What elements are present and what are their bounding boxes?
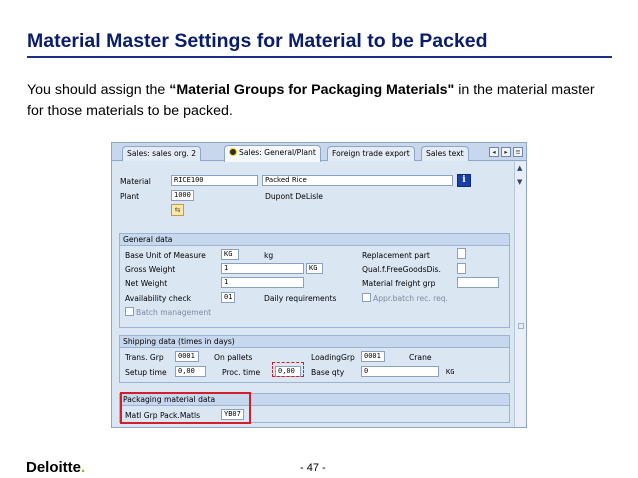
gross-weight-field[interactable]: 1 — [221, 263, 304, 274]
tab-foreign-trade-export[interactable]: Foreign trade export — [327, 146, 415, 161]
replacement-part-field[interactable] — [457, 248, 466, 259]
base-qty-label: Base qty — [311, 368, 345, 377]
plant-description: Dupont DeLisle — [265, 192, 323, 201]
trans-grp-field[interactable]: 0001 — [175, 351, 199, 362]
material-freight-grp-field[interactable] — [457, 277, 499, 288]
material-description-field[interactable]: Packed Rice — [262, 175, 453, 186]
tab-sales-general-plant[interactable]: Sales: General/Plant — [224, 145, 321, 162]
gross-weight-unit-field[interactable]: KG — [306, 263, 323, 274]
deloitte-logo: Deloitte. — [26, 459, 86, 476]
material-field[interactable]: RICE100 — [171, 175, 258, 186]
intro-text-emphasis: “Material Groups for Packaging Materials… — [169, 82, 455, 98]
setup-time-label: Setup time — [125, 368, 167, 377]
packaging-highlight-box — [120, 392, 251, 424]
availability-check-label: Availability check — [125, 294, 192, 303]
tab-scroll-left-icon[interactable]: ◂ — [489, 147, 499, 157]
availability-check-text: Daily requirements — [264, 294, 337, 303]
slide-title: Material Master Settings for Material to… — [27, 30, 488, 52]
vertical-scrollbar[interactable]: ▲ ▼ — [514, 162, 526, 427]
loading-grp-label: LoadingGrp — [311, 353, 355, 362]
tab-strip: Sales: sales org. 2 Sales: General/Plant… — [112, 143, 526, 162]
scroll-up-icon[interactable]: ▲ — [517, 164, 522, 172]
general-data-title: General data — [120, 234, 509, 246]
replacement-part-label: Replacement part — [362, 251, 430, 260]
handshake-icon[interactable]: ⇆ — [171, 204, 184, 216]
plant-label: Plant — [120, 192, 140, 201]
appr-batch-label: Appr.batch rec. req. — [373, 294, 449, 303]
active-tab-icon — [229, 148, 237, 156]
plant-field[interactable]: 1000 — [171, 190, 194, 201]
material-freight-grp-label: Material freight grp — [362, 279, 436, 288]
proc-time-label: Proc. time — [222, 368, 261, 377]
loading-grp-field[interactable]: 0001 — [361, 351, 385, 362]
qual-free-goods-label: Qual.f.FreeGoodsDis. — [362, 265, 441, 274]
batch-management-label: Batch management — [136, 308, 212, 317]
base-uom-text: kg — [264, 251, 274, 260]
material-label: Material — [120, 177, 151, 186]
tab-sales-org-2[interactable]: Sales: sales org. 2 — [122, 146, 202, 161]
sap-material-master-screenshot: Sales: sales org. 2 Sales: General/Plant… — [111, 142, 527, 428]
shipping-data-title: Shipping data (times in days) — [120, 336, 509, 348]
proc-time-highlight — [272, 362, 304, 377]
title-divider — [27, 56, 612, 58]
logo-dot: . — [81, 459, 86, 476]
page-number: - 47 - — [300, 462, 326, 474]
tab-scroll-right-icon[interactable]: ▸ — [501, 147, 511, 157]
info-icon[interactable]: i — [457, 174, 471, 187]
availability-check-field[interactable]: 01 — [221, 292, 235, 303]
loading-grp-text: Crane — [409, 353, 432, 362]
tab-list-icon[interactable]: ≡ — [513, 147, 523, 157]
batch-management-checkbox[interactable] — [125, 307, 134, 316]
base-uom-label: Base Unit of Measure — [125, 251, 206, 260]
net-weight-field[interactable]: 1 — [221, 277, 304, 288]
setup-time-field[interactable]: 0,00 — [175, 366, 206, 377]
base-qty-unit: KG — [446, 368, 455, 376]
qual-free-goods-field[interactable] — [457, 263, 466, 274]
base-uom-field[interactable]: KG — [221, 249, 239, 260]
scroll-down-icon[interactable]: ▼ — [517, 178, 522, 186]
appr-batch-checkbox[interactable] — [362, 293, 371, 302]
base-qty-field[interactable]: 0 — [361, 366, 439, 377]
intro-text-start: You should assign the — [27, 82, 170, 98]
trans-grp-label: Trans. Grp — [125, 353, 164, 362]
tab-sales-text[interactable]: Sales text — [421, 146, 469, 161]
intro-text: You should assign the “Material Groups f… — [27, 80, 612, 122]
gross-weight-label: Gross Weight — [125, 265, 176, 274]
scroll-grip-icon[interactable] — [518, 323, 524, 329]
trans-grp-text: On pallets — [214, 353, 253, 362]
net-weight-label: Net Weight — [125, 279, 168, 288]
